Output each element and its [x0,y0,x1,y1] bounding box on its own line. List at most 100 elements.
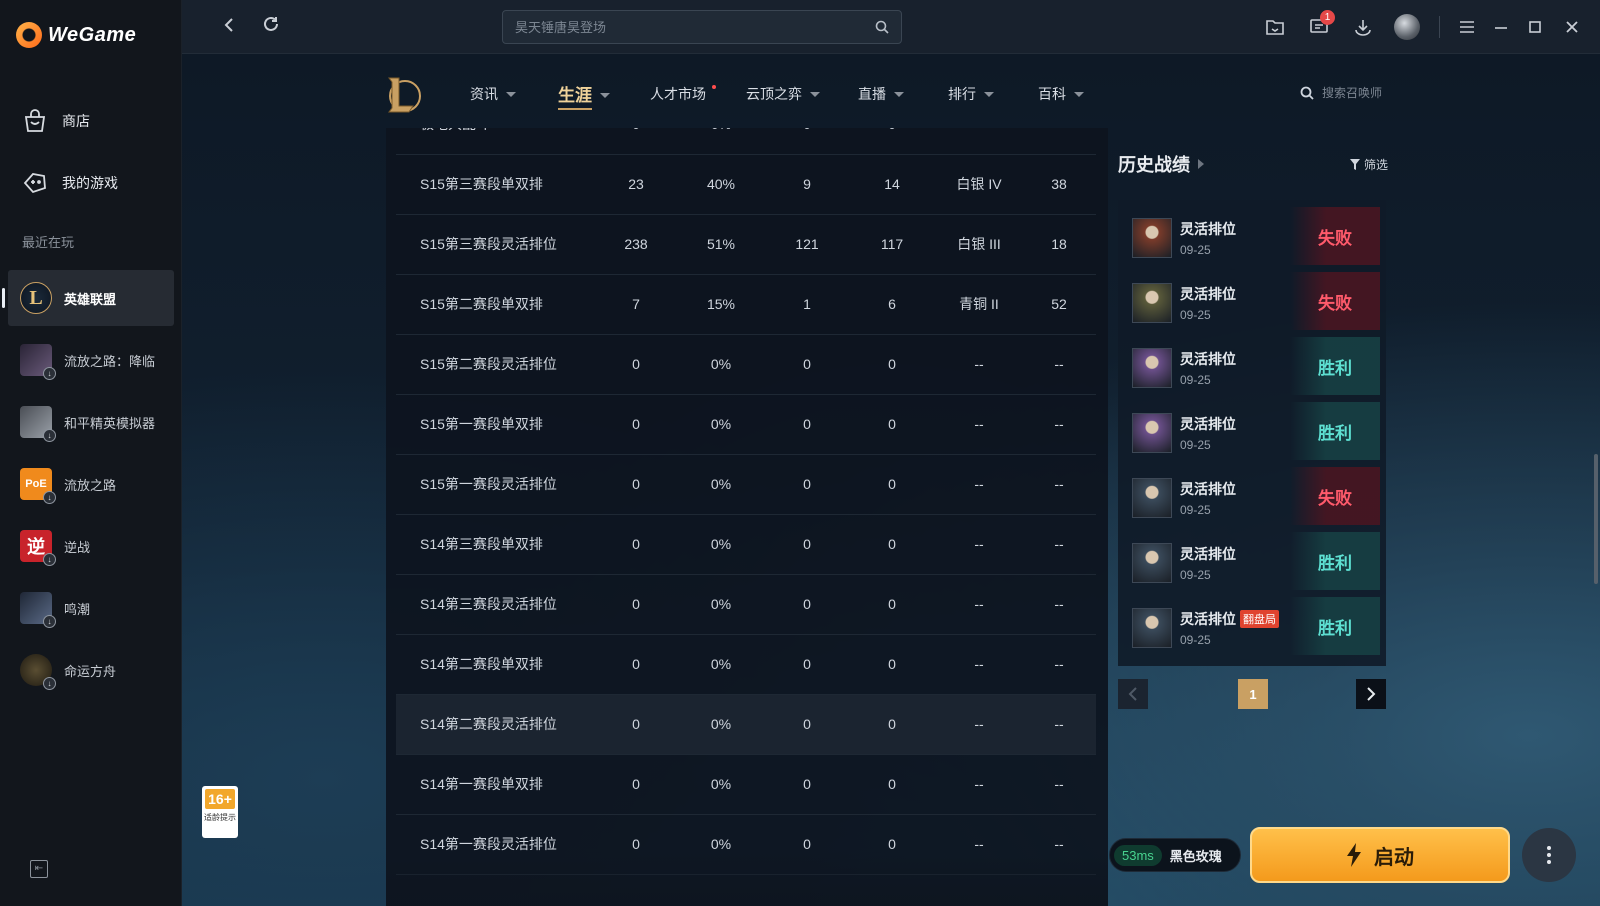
prev-page-button[interactable] [1118,679,1148,709]
match-info: 灵活排位 09-25 [1180,284,1236,322]
stat-cell: 0 [632,416,640,432]
maximize-icon[interactable] [1518,0,1552,54]
tab-label: 直播 [858,86,886,102]
match-row[interactable]: 灵活排位 09-25 失败 [1124,207,1380,269]
table-row[interactable]: S14第二赛段灵活排位 0 0% 0 0 -- -- [396,694,1096,754]
tab-news[interactable]: 资讯 [470,84,516,104]
game-item-pubg-sim[interactable]: ↓ 和平精英模拟器 [8,394,174,450]
user-avatar[interactable] [1385,0,1429,54]
menu-icon[interactable] [1450,0,1484,54]
poe-game-icon: PoE ↓ [20,468,56,504]
stat-cell: 0 [632,776,640,792]
match-mode-label: 灵活排位 [1180,611,1236,627]
filter-button[interactable]: 筛选 [1349,156,1388,173]
stat-cell: 0 [803,596,811,612]
stat-cell: 6 [888,296,896,312]
game-item-lol[interactable]: L 英雄联盟 [2,270,174,326]
tab-ranking[interactable]: 排行 [948,84,994,104]
wegame-logo[interactable]: WeGame [16,22,136,48]
close-icon[interactable] [1552,0,1592,54]
download-manager-icon[interactable] [1341,0,1385,54]
match-date: 09-25 [1180,633,1211,647]
mode-cell: S15第三赛段单双排 [420,176,543,192]
download-icon: ↓ [43,491,56,504]
table-row[interactable]: S15第三赛段灵活排位 238 51% 121 117 白银 III 18 [396,214,1096,274]
tab-tft[interactable]: 云顶之弈 [746,84,820,104]
match-row[interactable]: 灵活排位 09-25 胜利 [1124,402,1380,464]
lol-logo[interactable] [382,74,422,116]
main-content: 资讯 生涯 人才市场 云顶之弈 直播 排行 百科 搜索召唤师 极地大乱斗00%0… [182,54,1600,906]
chevron-left-icon [1128,687,1137,701]
wuthering-game-icon: ↓ [20,592,56,628]
chevron-right-icon [1367,687,1376,701]
caret-down-icon [506,91,516,97]
scrollbar[interactable] [1594,454,1598,584]
stat-cell: 1 [803,296,811,312]
back-arrow-icon[interactable] [216,14,242,40]
game-label: 英雄联盟 [64,291,117,307]
tab-career[interactable]: 生涯 [558,81,610,110]
match-info: 灵活排位 09-25 [1180,544,1236,582]
match-mode: 灵活排位 [1180,414,1236,434]
more-options-icon[interactable] [1522,828,1576,882]
table-row[interactable]: S14第三赛段单双排 0 0% 0 0 -- -- [396,514,1096,574]
global-search-input[interactable] [515,19,855,35]
stat-cell: 白银 IV [956,176,1002,192]
table-row[interactable]: S14第三赛段灵活排位 0 0% 0 0 -- -- [396,574,1096,634]
stat-cell: 18 [1051,236,1067,252]
stat-cell: 0 [888,656,896,672]
refresh-icon[interactable] [258,14,284,40]
global-search-bar[interactable] [502,10,902,44]
game-item-nizhan[interactable]: 逆 ↓ 逆战 [8,518,174,574]
tab-wiki[interactable]: 百科 [1038,84,1084,104]
minimize-icon[interactable] [1484,0,1518,54]
match-result: 胜利 [1290,597,1380,655]
table-row[interactable]: S15第一赛段灵活排位 0 0% 0 0 -- -- [396,454,1096,514]
stat-cell: 白银 III [957,236,1001,252]
table-row[interactable]: S15第三赛段单双排 23 40% 9 14 白银 IV 38 [396,154,1096,214]
match-row[interactable]: 灵活排位 09-25 失败 [1124,467,1380,529]
tab-live[interactable]: 直播 [858,84,904,104]
table-row[interactable]: S15第二赛段单双排 7 15% 1 6 青铜 II 52 [396,274,1096,334]
match-row[interactable]: 灵活排位 09-25 失败 [1124,272,1380,334]
message-icon[interactable]: 1 [1297,0,1341,54]
game-item-poe[interactable]: PoE ↓ 流放之路 [8,456,174,512]
champion-portrait [1132,283,1172,323]
stat-cell: -- [974,596,984,612]
stat-cell: 7 [632,296,640,312]
peace-elite-game-icon: ↓ [20,406,56,442]
match-row[interactable]: 灵活排位 09-25 胜利 [1124,532,1380,594]
filter-label: 筛选 [1363,157,1388,172]
tab-label: 排行 [948,86,976,102]
summoner-search[interactable]: 搜索召唤师 [1300,84,1382,101]
game-item-lost-ark[interactable]: ↓ 命运方舟 [8,642,174,698]
page-number-button[interactable]: 1 [1238,679,1268,709]
history-title[interactable]: 历史战绩 [1118,151,1204,177]
table-row[interactable]: S14第一赛段单双排 0 0% 0 0 -- -- [396,754,1096,814]
tab-talent-market[interactable]: 人才市场 [650,84,716,104]
search-icon[interactable] [875,20,889,34]
next-page-button[interactable] [1356,679,1386,709]
table-row[interactable]: S15第一赛段单双排 0 0% 0 0 -- -- [396,394,1096,454]
nav-store[interactable]: 商店 [22,108,90,134]
match-date: 09-25 [1180,373,1211,387]
table-row[interactable]: 极地大乱斗00%00---- [396,128,1096,154]
age-rating-badge[interactable]: 16+ 适龄提示 [202,786,238,838]
nav-my-games[interactable]: 我的游戏 [22,170,118,196]
match-row[interactable]: 灵活排位 翻盘局 09-25 胜利 [1124,597,1380,659]
server-status[interactable]: 53ms 黑色玫瑰 [1109,838,1241,872]
caret-down-icon [1074,91,1084,97]
table-row[interactable]: S15第二赛段灵活排位 0 0% 0 0 -- -- [396,334,1096,394]
game-item-wuthering[interactable]: ↓ 鸣潮 [8,580,174,636]
poe-glyph: PoE [25,478,47,490]
mode-cell: S15第一赛段单双排 [420,416,543,432]
table-row[interactable]: S14第二赛段单双排 0 0% 0 0 -- -- [396,634,1096,694]
folder-icon[interactable] [1253,0,1297,54]
collapse-sidebar-button[interactable]: ⇤ [30,860,48,878]
launch-button[interactable]: 启动 [1250,827,1510,883]
stat-cell: 0 [888,356,896,372]
stat-cell: 0 [632,356,640,372]
game-item-poe2[interactable]: ↓ 流放之路：降临 [8,332,174,388]
history-header: 历史战绩 筛选 [1118,144,1388,184]
match-row[interactable]: 灵活排位 09-25 胜利 [1124,337,1380,399]
